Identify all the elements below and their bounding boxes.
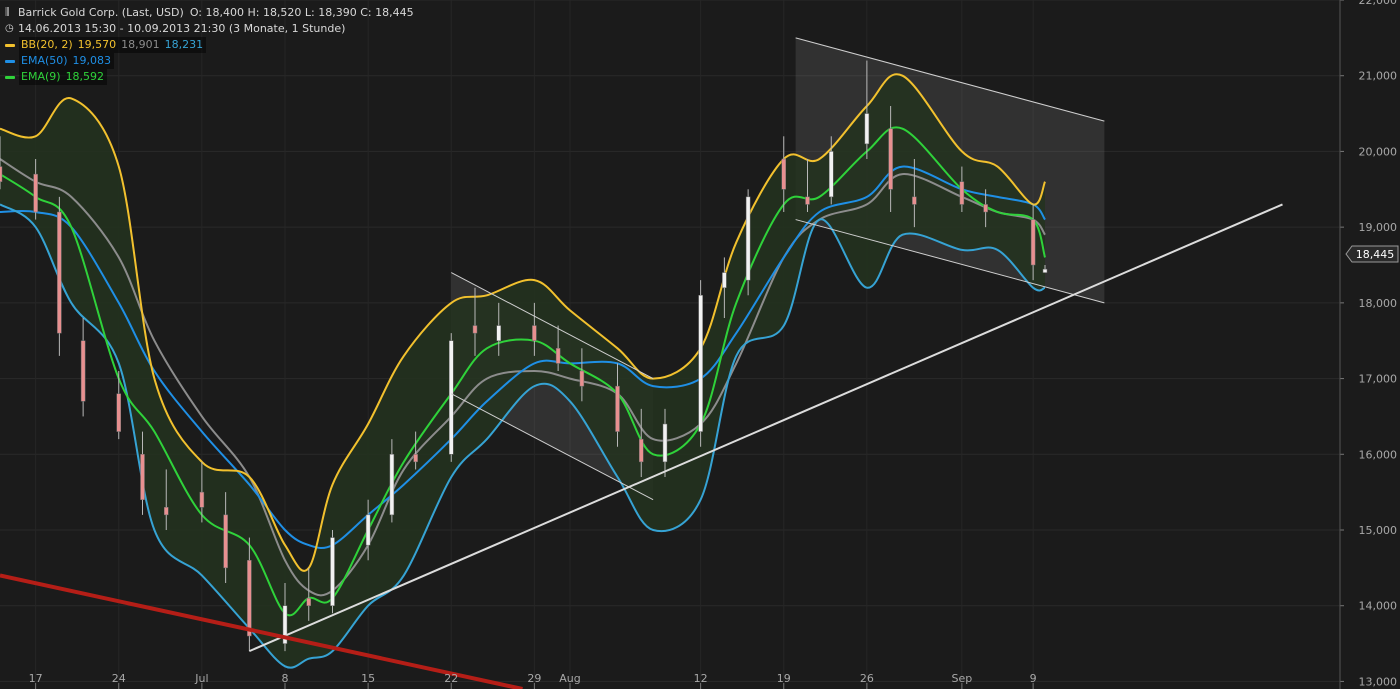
plot-background (0, 0, 1340, 689)
ohlc-values: O: 18,400 H: 18,520 L: 18,390 C: 18,445 (189, 6, 414, 19)
chart-legend: ⫼ Barrick Gold Corp. (Last, USD) O: 18,4… (5, 5, 414, 85)
indicator-box: EMA(9) 18,592 (19, 69, 108, 85)
indicator-swatch (5, 75, 15, 79)
x-tick-label: 26 (860, 672, 874, 685)
y-axis: 13,000 14,000 15,000 16,000 17,000 18,000 19,0… (1339, 0, 1398, 689)
candle-body (116, 393, 121, 432)
candle-body (57, 211, 62, 334)
candle[interactable] (745, 189, 751, 296)
indicator-row[interactable]: BB(20, 2) 19,570 18,901 18,231 (5, 37, 414, 53)
candle-body (140, 454, 145, 500)
indicator-box: BB(20, 2) 19,570 18,901 18,231 (19, 37, 207, 53)
indicator-swatch (5, 59, 15, 63)
candle-body (888, 128, 893, 190)
indicator-row[interactable]: EMA(50) 19,083 (5, 53, 414, 69)
indicator-value: 18,592 (65, 70, 105, 83)
candle-body (472, 325, 478, 334)
indicator-value: 18,901 (121, 38, 160, 51)
candle-body (662, 423, 668, 463)
candle[interactable] (57, 196, 62, 356)
candle-body (781, 158, 786, 190)
candle-body (912, 196, 917, 205)
candle-body (164, 507, 169, 516)
candle-body (330, 537, 335, 606)
x-tick-label: Aug (559, 672, 580, 685)
y-tick-label: 22,000 (1359, 0, 1398, 7)
candle-body (829, 151, 834, 198)
x-tick-label: Jul (194, 672, 208, 685)
price-chart[interactable]: 17 24 Jul 8 15 22 29 Aug 12 19 26 Sep 9 13,000 14,000… (0, 0, 1400, 689)
y-tick-label: 21,000 (1359, 70, 1398, 83)
candle-body (555, 348, 561, 364)
x-tick-label: 29 (527, 672, 541, 685)
candle-body (199, 491, 205, 508)
indicator-value: 19,570 (77, 38, 117, 51)
x-tick-label: 12 (694, 672, 708, 685)
candle-body (579, 370, 585, 387)
indicator-label: BB(20, 2) (21, 38, 73, 51)
candle-body (959, 181, 965, 205)
candle-body (306, 597, 311, 606)
candle-body (983, 204, 988, 213)
x-tick-label: 17 (29, 672, 43, 685)
candle-body (496, 325, 501, 341)
x-tick-label: 22 (444, 672, 458, 685)
indicator-box: EMA(50) 19,083 (19, 53, 115, 69)
y-tick-label: 16,000 (1359, 448, 1398, 461)
candle-body (532, 325, 537, 341)
candle-body (805, 196, 810, 205)
candle[interactable] (698, 280, 703, 447)
candle-body (615, 385, 620, 432)
candle-body (365, 514, 371, 546)
x-tick-label: 19 (777, 672, 791, 685)
x-tick-label: 8 (282, 672, 289, 685)
candle-body (33, 173, 38, 213)
y-tick-label: 15,000 (1359, 524, 1398, 537)
x-tick-label: 15 (361, 672, 375, 685)
indicator-swatch (5, 43, 15, 47)
candle-body (745, 196, 751, 281)
candlestick-icon: ⫼ (5, 7, 10, 18)
y-tick-label: 18,000 (1359, 297, 1398, 310)
indicator-label: EMA(9) (21, 70, 61, 83)
y-tick-label: 13,000 (1359, 675, 1398, 688)
candle-body (864, 113, 870, 145)
candle-body (247, 560, 252, 637)
candle-body (0, 166, 3, 182)
candle-body (413, 454, 418, 463)
candle-body (698, 295, 703, 432)
x-tick-label: 9 (1030, 672, 1037, 685)
clock-icon: ◷ (5, 23, 14, 34)
candle-body (389, 454, 395, 516)
indicator-label: EMA(50) (21, 54, 68, 67)
legend-range-row: ◷ 14.06.2013 15:30 - 10.09.2013 21:30 (3… (5, 21, 414, 37)
candle-body (1030, 219, 1036, 266)
last-price-marker: 18,445 (1345, 245, 1399, 263)
candle-body (1042, 268, 1048, 273)
candle-body (639, 438, 644, 463)
indicator-row[interactable]: EMA(9) 18,592 (5, 69, 414, 85)
indicator-list: BB(20, 2) 19,570 18,901 18,231 EMA(50) 19,083… (5, 37, 414, 85)
last-price-label: 18,445 (1356, 248, 1395, 261)
candle-body (80, 340, 86, 402)
instrument-title: Barrick Gold Corp. (Last, USD) (18, 6, 184, 19)
date-range: 14.06.2013 15:30 - 10.09.2013 21:30 (3 M… (18, 22, 346, 35)
candle-body (722, 272, 727, 288)
x-tick-label: 24 (112, 672, 126, 685)
candle-body (449, 340, 454, 455)
x-tick-label: Sep (952, 672, 973, 685)
legend-title-row: ⫼ Barrick Gold Corp. (Last, USD) O: 18,4… (5, 5, 414, 21)
y-tick-label: 19,000 (1359, 221, 1398, 234)
indicator-value: 18,231 (164, 38, 204, 51)
candle[interactable] (330, 530, 335, 614)
y-tick-label: 17,000 (1359, 373, 1398, 386)
indicator-value: 19,083 (72, 54, 112, 67)
y-tick-label: 20,000 (1359, 145, 1398, 158)
candle-body (223, 514, 228, 569)
y-tick-label: 14,000 (1359, 600, 1398, 613)
candle[interactable] (449, 333, 454, 462)
